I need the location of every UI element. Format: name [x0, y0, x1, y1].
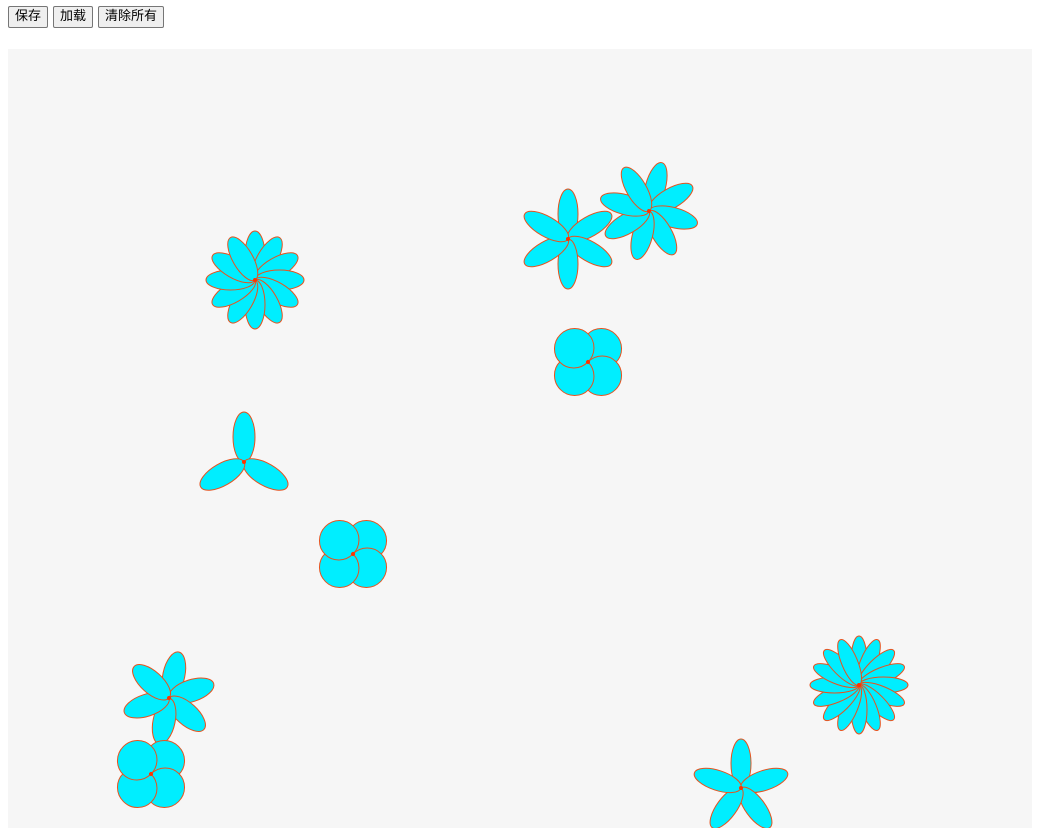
flower-petal — [232, 411, 256, 463]
clear-all-button[interactable]: 清除所有 — [98, 6, 165, 28]
save-button[interactable]: 保存 — [8, 6, 49, 28]
toolbar: 保存 加载 清除所有 — [8, 6, 165, 28]
flower-canvas-svg — [116, 162, 909, 828]
flower — [523, 188, 613, 290]
flower — [693, 738, 789, 828]
flower-center — [739, 786, 743, 790]
flower — [205, 230, 305, 330]
flower — [199, 411, 289, 491]
drawing-canvas[interactable] — [8, 49, 1032, 828]
flower — [318, 519, 388, 589]
flower-center — [566, 237, 570, 241]
flower-center — [253, 278, 257, 282]
flower — [809, 635, 909, 735]
flower — [116, 739, 186, 809]
flower-center — [857, 683, 861, 687]
flower — [553, 327, 623, 397]
flower — [123, 651, 215, 745]
load-button[interactable]: 加载 — [53, 6, 94, 28]
flower-center — [242, 460, 246, 464]
